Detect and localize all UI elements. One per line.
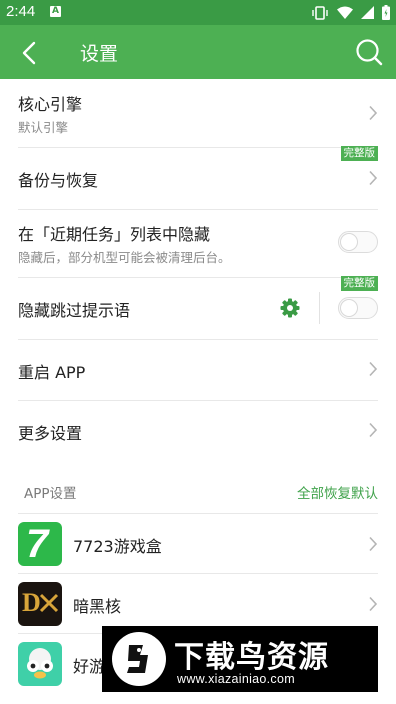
hide-recents-toggle[interactable] <box>338 231 378 253</box>
crossed-swords-icon <box>39 593 59 613</box>
setting-title: 更多设置 <box>18 424 83 443</box>
app-icon-glyph: 7 <box>26 522 49 566</box>
app-haoyou-icon <box>18 642 62 686</box>
app-name: 7723游戏盒 <box>73 537 162 556</box>
setting-title: 核心引擎 <box>18 95 83 114</box>
gear-icon[interactable] <box>280 298 300 318</box>
setting-title: 备份与恢复 <box>18 171 99 190</box>
app-bar: 设置 <box>0 25 396 79</box>
chevron-right-icon <box>369 170 378 186</box>
hide-skip-hint-toggle[interactable] <box>338 297 378 319</box>
app-anheihe-icon: D <box>18 582 62 626</box>
app-row-anheihe[interactable]: D 暗黑核 <box>18 573 378 634</box>
page-title: 设置 <box>80 43 119 65</box>
status-icons <box>311 4 390 21</box>
back-arrow-icon[interactable] <box>14 38 44 68</box>
chevron-right-icon <box>369 536 378 552</box>
setting-backup-restore[interactable]: 完整版 备份与恢复 <box>18 146 378 210</box>
setting-core-engine[interactable]: 核心引擎 默认引擎 <box>18 79 378 148</box>
search-icon[interactable] <box>354 37 384 67</box>
chevron-right-icon <box>369 105 378 121</box>
app-settings-header: APP设置 <box>24 486 77 502</box>
setting-restart-app[interactable]: 重启 APP <box>18 339 378 401</box>
bird-icon <box>127 645 148 673</box>
setting-title: 隐藏跳过提示语 <box>18 301 131 320</box>
restore-all-defaults-link[interactable]: 全部恢复默认 <box>297 482 378 502</box>
wifi-icon <box>337 6 353 19</box>
setting-title: 在「近期任务」列表中隐藏 <box>18 225 211 244</box>
full-version-badge: 完整版 <box>340 276 378 291</box>
app-7723-icon: 7 <box>18 522 62 566</box>
cartoon-face-icon <box>27 648 53 679</box>
setting-more-settings[interactable]: 更多设置 <box>18 400 378 461</box>
setting-title: 重启 APP <box>18 363 86 382</box>
status-time: 2:44 <box>6 3 36 20</box>
app-name: 暗黑核 <box>73 597 122 616</box>
watermark-bird-logo <box>112 632 166 686</box>
app-name: 好游 <box>73 657 106 676</box>
toggle-knob <box>340 299 358 317</box>
chevron-right-icon <box>369 361 378 377</box>
app-row-7723[interactable]: 7 7723游戏盒 <box>18 513 378 574</box>
toggle-knob <box>340 233 358 251</box>
status-bar: 2:44 A <box>0 0 396 25</box>
chevron-right-icon <box>369 596 378 612</box>
setting-subtitle: 隐藏后，部分机型可能会被清理后台。 <box>18 250 231 265</box>
setting-subtitle: 默认引擎 <box>18 120 69 135</box>
battery-icon <box>382 5 390 20</box>
vibrate-icon <box>312 5 328 20</box>
watermark-url: www.xiazainiao.com <box>177 672 295 686</box>
watermark-banner: 下载鸟资源 www.xiazainiao.com <box>102 626 378 692</box>
setting-hide-skip-hint: 完整版 隐藏跳过提示语 <box>18 276 378 340</box>
watermark-title: 下载鸟资源 <box>174 640 329 675</box>
full-version-badge: 完整版 <box>340 146 378 161</box>
divider <box>319 292 320 324</box>
app-icon-glyph: D <box>22 588 41 617</box>
setting-hide-from-recents: 在「近期任务」列表中隐藏 隐藏后，部分机型可能会被清理后台。 <box>18 209 378 278</box>
signal-icon <box>361 6 374 19</box>
chevron-right-icon <box>369 422 378 438</box>
notification-a-icon: A <box>50 6 61 17</box>
